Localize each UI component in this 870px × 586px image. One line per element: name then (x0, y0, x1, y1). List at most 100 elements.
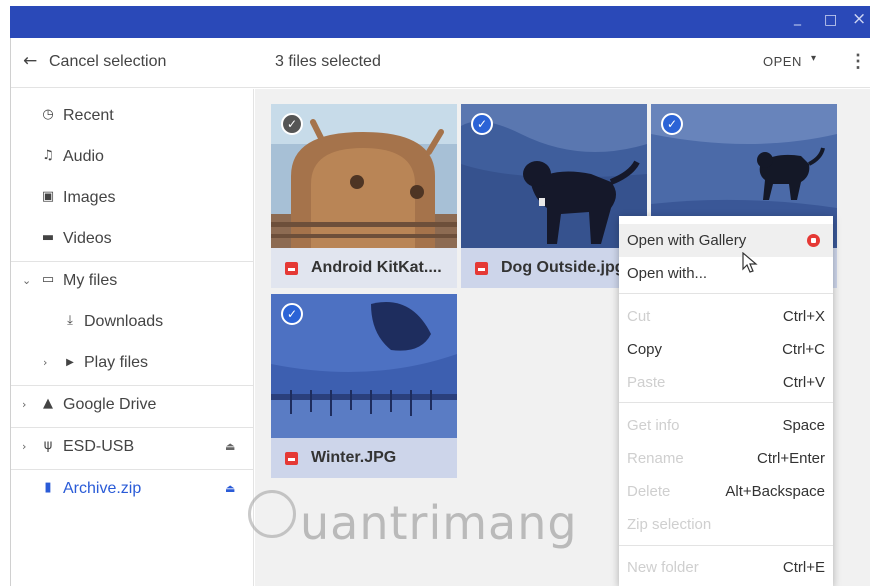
sidebar-item-label: Audio (63, 148, 104, 165)
more-options-icon[interactable]: ⋮ (849, 51, 867, 72)
title-bar: _ □ × (10, 6, 870, 38)
sidebar-item-images[interactable]: ▣ Images (11, 180, 254, 216)
laptop-icon: ▭ (41, 272, 55, 287)
selected-check-icon[interactable]: ✓ (661, 113, 683, 135)
menu-item-label: Open with... (627, 265, 708, 282)
selected-check-icon[interactable]: ✓ (281, 113, 303, 135)
eject-icon[interactable]: ⏏ (225, 440, 235, 453)
expand-icon[interactable]: › (22, 398, 26, 411)
download-icon: ⤓ (67, 313, 73, 328)
menu-item-open-with[interactable]: Open with... (619, 257, 833, 290)
menu-item-shortcut: Ctrl+C (782, 341, 825, 358)
clock-icon: ◷ (42, 107, 54, 122)
image-file-icon (475, 262, 488, 275)
sidebar-divider (11, 261, 254, 262)
sidebar-divider (11, 385, 254, 386)
menu-item-shortcut: Ctrl+V (782, 374, 825, 391)
menu-item-delete[interactable]: Delete Alt+Backspace (619, 475, 833, 508)
sidebar-item-play-files[interactable]: › ▶ Play files (11, 345, 254, 381)
expand-icon[interactable]: ⌄ (22, 274, 31, 287)
menu-item-label: Copy (627, 341, 663, 358)
sidebar-item-label: Downloads (84, 313, 164, 330)
menu-item-label: Paste (627, 374, 666, 391)
image-file-icon (285, 262, 298, 275)
sidebar-item-my-files[interactable]: ⌄ ▭ My files (11, 263, 254, 299)
file-name: Android KitKat.... (311, 259, 442, 276)
sidebar-divider (11, 427, 254, 428)
menu-separator (619, 293, 833, 294)
menu-item-cut[interactable]: Cut Ctrl+X (619, 300, 833, 333)
menu-item-new-folder[interactable]: New folder Ctrl+E (619, 551, 833, 584)
menu-item-label: Rename (627, 450, 684, 467)
menu-item-shortcut: Ctrl+X (782, 308, 825, 325)
sidebar-item-esd-usb[interactable]: › ψ ESD-USB ⏏ (11, 429, 254, 465)
sidebar-item-audio[interactable]: ♫ Audio (11, 139, 254, 175)
eject-icon[interactable]: ⏏ (225, 482, 235, 495)
sidebar-item-label: ESD-USB (63, 438, 135, 455)
image-icon: ▣ (41, 189, 55, 204)
menu-item-shortcut: Alt+Backspace (725, 483, 825, 500)
sidebar-item-label: Recent (63, 107, 114, 124)
video-icon: ▬ (41, 230, 55, 245)
chevron-down-icon[interactable]: ▾ (811, 53, 816, 64)
menu-item-get-info[interactable]: Get info Space (619, 409, 833, 442)
sidebar-item-label: Videos (63, 230, 112, 247)
selection-count: 3 files selected (275, 53, 381, 70)
sidebar-divider (11, 469, 254, 470)
menu-item-rename[interactable]: Rename Ctrl+Enter (619, 442, 833, 475)
menu-item-paste[interactable]: Paste Ctrl+V (619, 366, 833, 399)
audio-icon: ♫ (42, 148, 54, 163)
watermark-bulb-icon (248, 490, 296, 538)
sidebar-item-archive[interactable]: ▮ Archive.zip ⏏ (11, 471, 254, 507)
menu-item-copy[interactable]: Copy Ctrl+C (619, 333, 833, 366)
sidebar-item-recent[interactable]: ◷ Recent (11, 98, 254, 134)
gallery-app-icon (807, 234, 820, 247)
cancel-selection-button[interactable]: Cancel selection (49, 53, 166, 71)
menu-item-label: Cut (627, 308, 651, 325)
file-tile-footer: Android KitKat.... (271, 248, 457, 288)
file-tile[interactable]: ✓ Android KitKat.... (271, 104, 457, 288)
drive-icon: ▲ (43, 396, 53, 411)
file-name: Winter.JPG (311, 449, 397, 466)
watermark: uantrimang (300, 496, 578, 550)
sidebar-item-label: Google Drive (63, 396, 157, 413)
sidebar-item-label: Play files (84, 354, 149, 371)
play-icon: ▶ (66, 357, 74, 368)
menu-item-zip-selection[interactable]: Zip selection (619, 508, 833, 541)
context-menu: Open with Gallery Open with... Cut Ctrl+… (619, 216, 833, 586)
menu-item-label: Delete (627, 483, 671, 500)
sidebar-item-videos[interactable]: ▬ Videos (11, 221, 254, 257)
maximize-button[interactable]: □ (824, 12, 837, 28)
selected-check-icon[interactable]: ✓ (471, 113, 493, 135)
mouse-cursor-icon (742, 252, 758, 273)
sidebar-item-google-drive[interactable]: › ▲ Google Drive (11, 387, 254, 423)
sidebar-item-label: Images (63, 189, 116, 206)
menu-separator (619, 545, 833, 546)
expand-icon[interactable]: › (43, 356, 47, 369)
selected-check-icon[interactable]: ✓ (281, 303, 303, 325)
file-tile-footer: Winter.JPG (271, 438, 457, 478)
sidebar-item-downloads[interactable]: ⤓ Downloads (11, 304, 254, 340)
menu-item-open-with-gallery[interactable]: Open with Gallery (619, 224, 833, 257)
menu-item-label: Get info (627, 417, 680, 434)
zip-icon: ▮ (44, 480, 52, 495)
open-button[interactable]: OPEN (763, 54, 802, 69)
sidebar-item-label: My files (63, 272, 118, 289)
menu-item-shortcut: Ctrl+Enter (757, 450, 825, 467)
image-file-icon (285, 452, 298, 465)
menu-separator (619, 402, 833, 403)
menu-item-label: Zip selection (627, 516, 712, 533)
minimize-button[interactable]: _ (794, 10, 801, 26)
menu-item-shortcut: Ctrl+E (782, 559, 825, 576)
expand-icon[interactable]: › (22, 440, 26, 453)
back-arrow-icon[interactable]: ← (23, 51, 37, 71)
toolbar: ← Cancel selection 3 files selected OPEN… (11, 38, 870, 88)
usb-icon: ψ (43, 438, 53, 453)
menu-item-label: Open with Gallery (627, 232, 747, 249)
sidebar-item-label: Archive.zip (63, 480, 142, 497)
menu-item-shortcut: Space (782, 417, 825, 434)
file-name: Dog Outside.jpg (501, 259, 625, 276)
close-button[interactable]: × (852, 9, 866, 29)
menu-item-label: New folder (627, 559, 699, 576)
file-tile[interactable]: ✓ Winter.JPG (271, 294, 457, 478)
